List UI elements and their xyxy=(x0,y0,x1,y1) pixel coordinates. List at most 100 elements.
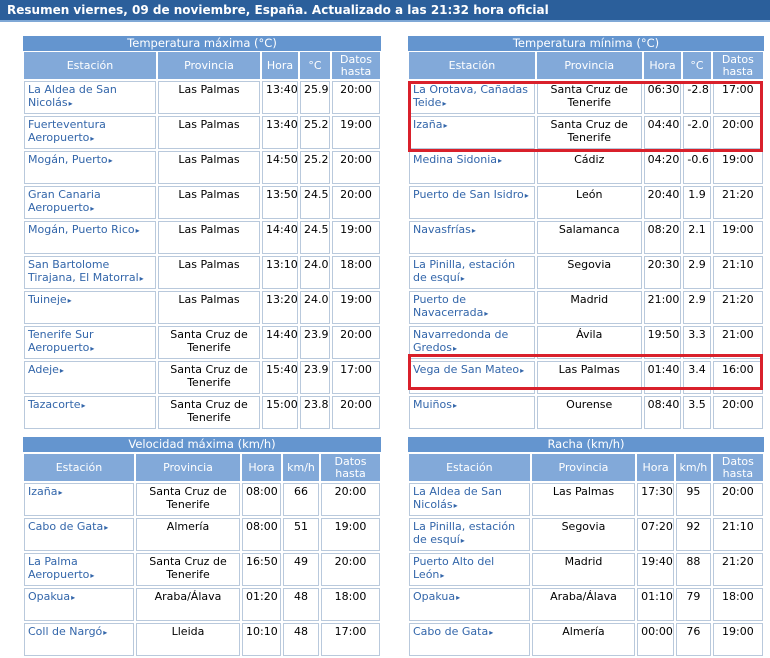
time-cell: 13:10 xyxy=(262,256,298,289)
station-name[interactable]: Medina Sidonia xyxy=(413,153,497,166)
col-header-time: Hora xyxy=(262,52,298,79)
table-row: Cabo de Gata▸ Almería 08:00 51 19:00 xyxy=(24,518,380,551)
station-link[interactable]: Navasfrías▸ xyxy=(409,221,535,254)
station-link[interactable]: Puerto Alto del León▸ xyxy=(409,553,530,586)
province-cell: Las Palmas xyxy=(158,81,260,114)
table-row: La Aldea de San Nicolás▸ Las Palmas 13:40 2… xyxy=(24,81,380,114)
station-name[interactable]: Fuerteventura Aeropuerto xyxy=(28,118,106,144)
province-cell: Segovia xyxy=(531,518,636,551)
station-name[interactable]: San Bartolome Tirajana, El Matorral xyxy=(28,258,139,284)
station-name[interactable]: Izaña xyxy=(28,485,57,498)
station-name[interactable]: Puerto de San Isidro xyxy=(413,188,524,201)
col-header-value: °C xyxy=(300,52,330,79)
station-name[interactable]: Tuineje xyxy=(28,293,67,306)
station-name[interactable]: Izaña xyxy=(413,118,442,131)
value-cell: 76 xyxy=(676,623,711,656)
station-link[interactable]: Navarredonda de Gredos▸ xyxy=(409,326,535,359)
province-cell: Madrid xyxy=(531,553,636,586)
station-link[interactable]: Fuerteventura Aeropuerto▸ xyxy=(24,116,156,149)
station-name[interactable]: Cabo de Gata xyxy=(28,520,103,533)
table-row: La Pinilla, estación de esquí▸ Segovia 20:… xyxy=(409,256,763,289)
col-header-province: Provincia xyxy=(531,454,636,481)
station-link[interactable]: Gran Canaria Aeropuerto▸ xyxy=(24,186,156,219)
value-cell: 23.8 xyxy=(300,396,330,429)
value-cell: 51 xyxy=(283,518,319,551)
station-name[interactable]: Coll de Nargó xyxy=(28,625,102,638)
station-link[interactable]: Puerto de San Isidro▸ xyxy=(409,186,535,219)
triangle-right-icon: ▸ xyxy=(90,204,95,213)
table-velocidad-maxima: Estación Provincia Hora km/h Datos hasta… xyxy=(22,452,382,658)
col-header-station: Estación xyxy=(24,454,134,481)
summary-header-bar: Resumen viernes, 09 de noviembre, España… xyxy=(0,0,770,22)
time-cell: 14:50 xyxy=(262,151,298,184)
triangle-right-icon: ▸ xyxy=(471,226,476,235)
table-row: Opakua▸ Araba/Álava 01:10 79 18:00 xyxy=(409,588,763,621)
station-link[interactable]: Opakua▸ xyxy=(409,588,530,621)
panel-title: Temperatura mínima (°C) xyxy=(408,36,764,51)
station-link[interactable]: La Orotava, Cañadas Teide▸ xyxy=(409,81,535,114)
station-link[interactable]: Mogán, Puerto▸ xyxy=(24,151,156,184)
col-header-data-until: Datos hasta xyxy=(712,52,763,79)
triangle-right-icon: ▸ xyxy=(452,401,457,410)
station-name[interactable]: Vega de San Mateo xyxy=(413,363,519,376)
time-cell: 01:40 xyxy=(643,361,682,394)
station-name[interactable]: Adeje xyxy=(28,363,59,376)
station-name[interactable]: Tazacorte xyxy=(28,398,81,411)
station-link[interactable]: Izaña▸ xyxy=(409,116,535,149)
station-link[interactable]: Cabo de Gata▸ xyxy=(409,623,530,656)
province-cell: Santa Cruz de Tenerife xyxy=(136,553,240,586)
station-link[interactable]: Coll de Nargó▸ xyxy=(24,623,134,656)
station-name[interactable]: Mogán, Puerto Rico xyxy=(28,223,135,236)
data-until-cell: 21:00 xyxy=(712,326,763,359)
time-cell: 04:40 xyxy=(643,116,682,149)
station-link[interactable]: San Bartolome Tirajana, El Matorral▸ xyxy=(24,256,156,289)
time-cell: 13:50 xyxy=(262,186,298,219)
station-link[interactable]: Puerto de Navacerrada▸ xyxy=(409,291,535,324)
station-name[interactable]: La Palma Aeropuerto xyxy=(28,555,89,581)
station-name[interactable]: Mogán, Puerto xyxy=(28,153,108,166)
station-link[interactable]: Tazacorte▸ xyxy=(24,396,156,429)
station-link[interactable]: Mogán, Puerto Rico▸ xyxy=(24,221,156,254)
station-name[interactable]: Navasfrías xyxy=(413,223,471,236)
col-header-station: Estación xyxy=(409,52,535,79)
time-cell: 13:40 xyxy=(262,81,298,114)
station-name[interactable]: Puerto Alto del León xyxy=(413,555,494,581)
station-name[interactable]: Cabo de Gata xyxy=(413,625,488,638)
station-link[interactable]: Vega de San Mateo▸ xyxy=(409,361,535,394)
station-link[interactable]: La Pinilla, estación de esquí▸ xyxy=(409,518,530,551)
station-name[interactable]: Tenerife Sur Aeropuerto xyxy=(28,328,94,354)
station-name[interactable]: La Orotava, Cañadas Teide xyxy=(413,83,528,109)
triangle-right-icon: ▸ xyxy=(135,226,140,235)
station-name[interactable]: Muiños xyxy=(413,398,452,411)
table-row: Puerto Alto del León▸ Madrid 19:40 88 21:20 xyxy=(409,553,763,586)
station-link[interactable]: La Palma Aeropuerto▸ xyxy=(24,553,134,586)
province-cell: Las Palmas xyxy=(158,221,260,254)
station-link[interactable]: Adeje▸ xyxy=(24,361,156,394)
station-link[interactable]: Tenerife Sur Aeropuerto▸ xyxy=(24,326,156,359)
data-until-cell: 21:10 xyxy=(712,256,763,289)
station-link[interactable]: La Pinilla, estación de esquí▸ xyxy=(409,256,535,289)
station-link[interactable]: Medina Sidonia▸ xyxy=(409,151,535,184)
data-until-cell: 19:00 xyxy=(332,221,380,254)
triangle-right-icon: ▸ xyxy=(484,309,489,318)
station-name[interactable]: Puerto de Navacerrada xyxy=(413,293,483,319)
station-link[interactable]: Izaña▸ xyxy=(24,483,134,516)
triangle-right-icon: ▸ xyxy=(460,536,465,545)
station-name[interactable]: Navarredonda de Gredos xyxy=(413,328,508,354)
station-link[interactable]: Muiños▸ xyxy=(409,396,535,429)
value-cell: 1.9 xyxy=(683,186,711,219)
station-name[interactable]: Opakua xyxy=(413,590,455,603)
station-link[interactable]: La Aldea de San Nicolás▸ xyxy=(24,81,156,114)
station-link[interactable]: Opakua▸ xyxy=(24,588,134,621)
value-cell: 92 xyxy=(676,518,711,551)
station-link[interactable]: Cabo de Gata▸ xyxy=(24,518,134,551)
value-cell: 48 xyxy=(283,623,319,656)
value-cell: 25.2 xyxy=(300,116,330,149)
station-link[interactable]: La Aldea de San Nicolás▸ xyxy=(409,483,530,516)
time-cell: 16:50 xyxy=(242,553,281,586)
triangle-right-icon: ▸ xyxy=(453,344,458,353)
triangle-right-icon: ▸ xyxy=(90,571,95,580)
station-link[interactable]: Tuineje▸ xyxy=(24,291,156,324)
data-until-cell: 19:00 xyxy=(332,116,380,149)
station-name[interactable]: Opakua xyxy=(28,590,70,603)
